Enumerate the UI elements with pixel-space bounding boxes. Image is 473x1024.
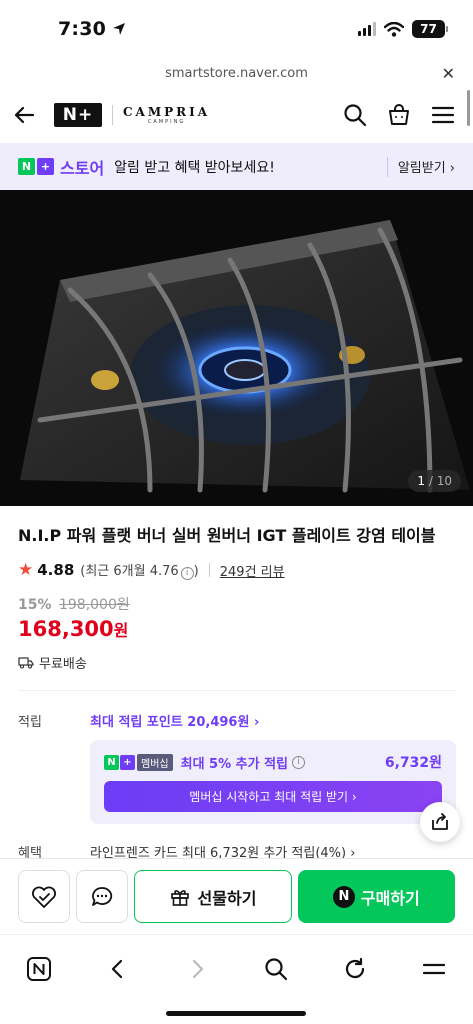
recent-rating-text: (최근 6개월 4.76: [80, 564, 179, 580]
heart-icon: [32, 886, 57, 908]
truck-icon: [18, 657, 34, 669]
back-button[interactable]: [98, 949, 138, 989]
store-header: N+ CAMPRIA CAMPING: [0, 88, 473, 142]
naver-pay-icon: N: [332, 885, 355, 908]
chevron-right-icon: [192, 959, 204, 979]
max-points-text: 최대 적립 포인트 20,496원: [90, 715, 250, 730]
shipping-text: 무료배송: [39, 657, 87, 672]
wifi-icon: [384, 21, 404, 37]
price-unit: 원: [113, 621, 129, 640]
image-counter-total: / 10: [428, 474, 452, 488]
menu-icon: [422, 963, 445, 975]
rating-row: ★ 4.88 (최근 6개월 4.76 i) 249건 리뷰: [18, 560, 285, 580]
chat-button[interactable]: [76, 870, 129, 923]
membership-extra-rate: 최대 5% 추가 적립: [180, 756, 289, 772]
share-button[interactable]: [420, 802, 460, 842]
subscribe-alert-label: 알림받기: [397, 161, 446, 176]
status-time: 7:30: [58, 18, 107, 40]
share-icon: [432, 813, 448, 830]
notification-promo-banner[interactable]: N + 스토어 알림 받고 혜택 받아보세요! 알림받기 ›: [0, 143, 473, 190]
promo-text: 알림 받고 혜택 받아보세요!: [114, 159, 275, 176]
product-image-carousel[interactable]: 1 / 10: [0, 190, 473, 506]
back-arrow-icon[interactable]: [12, 103, 36, 127]
plus-badge: +: [37, 158, 54, 175]
divider: [208, 563, 210, 577]
search-icon: [265, 958, 287, 981]
n-badge: N: [104, 754, 119, 770]
shipping-info: 무료배송: [18, 653, 87, 672]
divider: [112, 105, 113, 125]
sale-price: 168,300원: [18, 617, 128, 641]
info-icon[interactable]: i: [292, 755, 306, 769]
brand-logo[interactable]: CAMPRIA CAMPING: [123, 105, 210, 125]
original-price: 198,000원: [58, 597, 130, 613]
discount-rate: 15%: [18, 597, 52, 613]
cellular-signal-icon: [358, 22, 376, 36]
store-label: 스토어: [60, 158, 105, 178]
brand-sub: CAMPING: [147, 119, 186, 125]
gift-icon: [170, 889, 189, 906]
brand-name: CAMPRIA: [123, 105, 211, 119]
gift-button[interactable]: 선물하기: [134, 870, 292, 923]
product-photo-burner: [0, 190, 473, 506]
buy-button[interactable]: N 구매하기: [297, 870, 455, 923]
membership-amount: 6,732원: [384, 755, 442, 771]
url-text: smartstore.naver.com: [165, 65, 308, 81]
subscribe-alert-button[interactable]: 알림받기 ›: [398, 157, 455, 176]
shopping-bag-icon[interactable]: [387, 103, 411, 127]
points-label: 적립: [18, 715, 42, 730]
purchase-action-bar: 선물하기 N 구매하기: [0, 858, 473, 934]
divider: [386, 156, 388, 177]
forward-button[interactable]: [177, 949, 217, 989]
star-icon: ★: [18, 560, 34, 580]
refresh-button[interactable]: [335, 949, 375, 989]
buy-label: 구매하기: [360, 888, 420, 908]
divider: [18, 690, 455, 691]
browser-search-button[interactable]: [256, 949, 296, 989]
start-membership-button[interactable]: 멤버십 시작하고 최대 적립 받기 ›: [104, 781, 442, 812]
image-counter: 1 / 10: [408, 470, 461, 492]
location-arrow-icon: [113, 23, 126, 35]
naver-home-button[interactable]: [19, 949, 59, 989]
start-membership-label: 멤버십 시작하고 최대 적립 받기: [189, 790, 349, 804]
naver-home-icon: [27, 957, 52, 981]
menu-icon[interactable]: [431, 103, 455, 127]
membership-tag: N + 멤버십: [104, 753, 173, 771]
membership-box: N + 멤버십 최대 5% 추가 적립 i 6,732원 멤버십 시작하고 최대…: [90, 740, 456, 824]
nplus-logo[interactable]: N+: [54, 103, 102, 127]
recent-rating: (최근 6개월 4.76 i): [80, 560, 199, 580]
rating-value: 4.88: [37, 561, 75, 579]
status-bar: 7:30 77: [0, 0, 473, 58]
home-indicator[interactable]: [166, 1011, 306, 1016]
image-counter-current: 1: [417, 474, 426, 488]
nplus-store-logo: N + 스토어: [18, 155, 104, 179]
browser-menu-button[interactable]: [414, 949, 454, 989]
close-icon[interactable]: ✕: [442, 64, 455, 83]
plus-badge: +: [120, 754, 135, 770]
chat-bubble-icon: [92, 886, 113, 906]
browser-toolbar: [0, 934, 473, 1024]
url-bar[interactable]: smartstore.naver.com ✕: [0, 58, 473, 88]
refresh-icon: [345, 957, 364, 979]
product-title: N.I.P 파워 플랫 버너 실버 원버너 IGT 플레이트 강염 테이블: [18, 526, 436, 545]
chevron-left-icon: [112, 959, 123, 979]
gift-label: 선물하기: [197, 888, 257, 908]
recent-rating-close: ): [193, 564, 199, 580]
n-badge: N: [18, 158, 35, 175]
info-icon[interactable]: i: [180, 566, 194, 580]
scrollbar-thumb[interactable]: [467, 90, 470, 126]
price-value: 168,300: [18, 617, 114, 641]
battery-indicator: 77: [412, 20, 448, 38]
discount-row: 15% 198,000원: [18, 594, 130, 614]
wishlist-button[interactable]: [18, 870, 71, 923]
search-icon[interactable]: [343, 103, 367, 127]
review-count-link[interactable]: 249건 리뷰: [220, 561, 285, 580]
max-points-link[interactable]: 최대 적립 포인트 20,496원 ›: [90, 711, 259, 730]
membership-tag-label: 멤버십: [137, 753, 173, 771]
